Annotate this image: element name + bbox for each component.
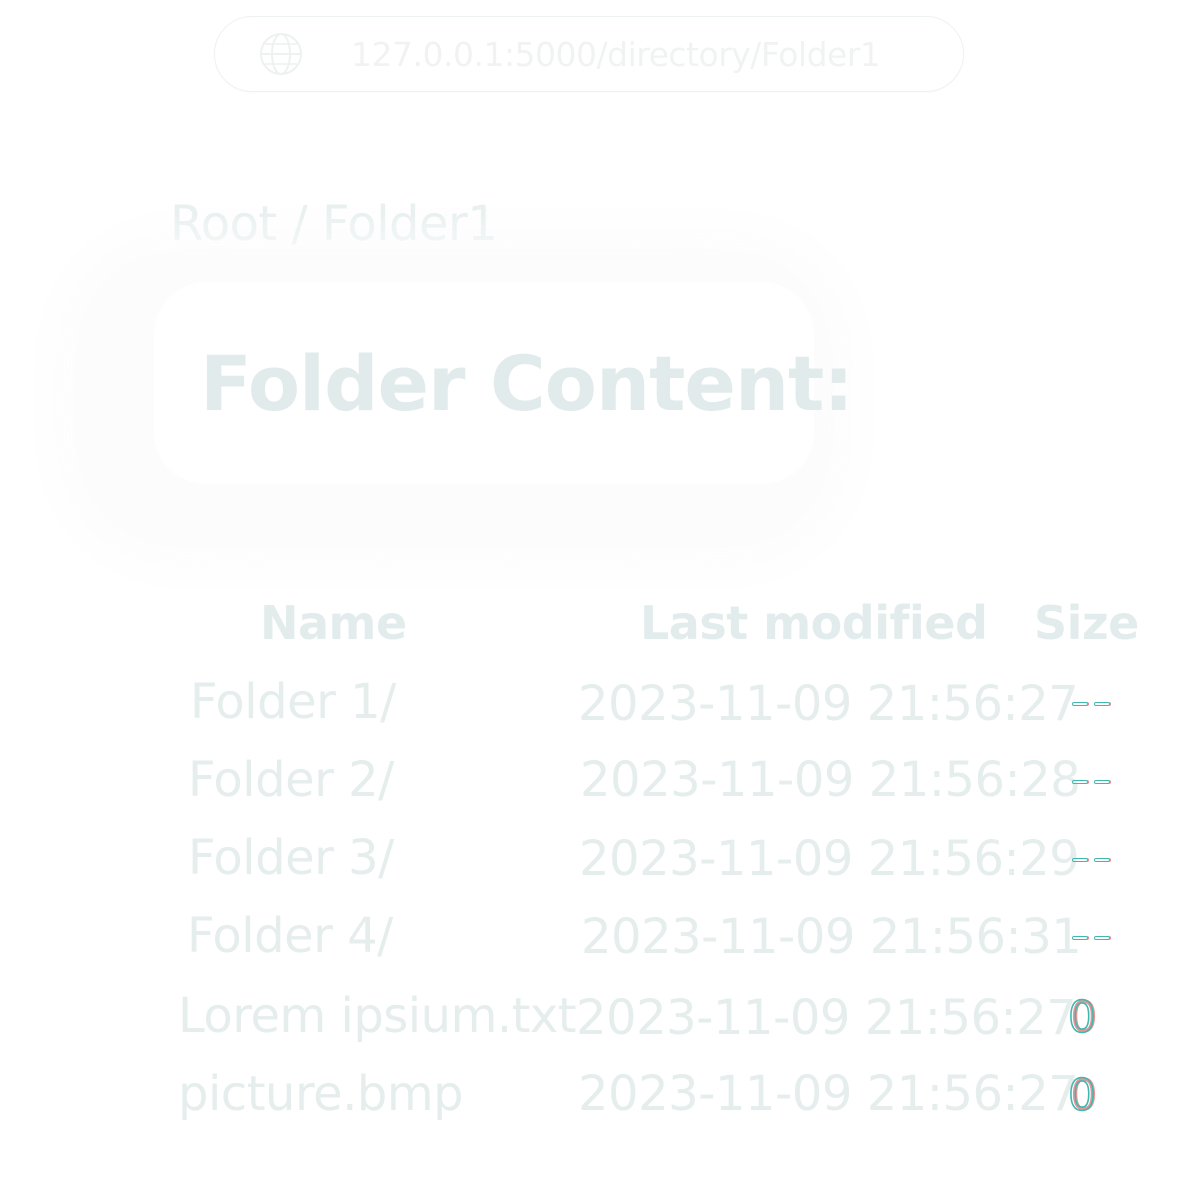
column-header-last-modified[interactable]: Last modified — [640, 596, 988, 650]
column-header-size[interactable]: Size — [1034, 596, 1139, 650]
last-modified-cell: 2023-11-09 21:56:27 — [576, 990, 1077, 1046]
file-name-link[interactable]: picture.bmp — [178, 1066, 464, 1122]
size-cell-dash — [1072, 702, 1110, 708]
last-modified-cell: 2023-11-09 21:56:27 — [578, 676, 1079, 732]
file-name-link[interactable]: Folder 1/ — [190, 674, 396, 730]
file-name-link[interactable]: Folder 4/ — [187, 908, 393, 964]
last-modified-cell: 2023-11-09 21:56:29 — [579, 831, 1080, 887]
column-header-name[interactable]: Name — [260, 596, 407, 650]
file-name-link[interactable]: Folder 3/ — [188, 830, 394, 886]
file-name-link[interactable]: Lorem ipsium.txt — [178, 988, 577, 1044]
size-cell: 0 — [1067, 1069, 1097, 1122]
size-cell-dash — [1072, 780, 1110, 786]
last-modified-cell: 2023-11-09 21:56:28 — [580, 752, 1081, 808]
file-table: Name Last modified Size Folder 1/ 2023-1… — [0, 0, 1178, 1192]
size-cell-dash — [1072, 936, 1110, 942]
last-modified-cell: 2023-11-09 21:56:27 — [578, 1066, 1079, 1122]
size-cell-dash — [1072, 858, 1110, 864]
size-cell: 0 — [1067, 991, 1097, 1044]
directory-listing-page: 127.0.0.1:5000/directory/Folder1 Root / … — [0, 0, 1178, 1192]
file-name-link[interactable]: Folder 2/ — [188, 752, 394, 808]
last-modified-cell: 2023-11-09 21:56:31 — [581, 909, 1082, 965]
